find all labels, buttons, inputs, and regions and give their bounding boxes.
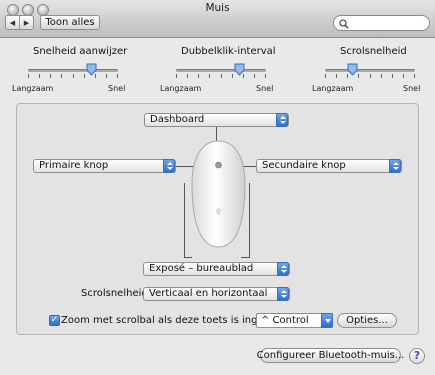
- bottom-left-connector-line: [184, 183, 185, 258]
- preferences-window: Muis ◀ ▶ Toon alles Snelheid aanwijzer L…: [0, 0, 435, 375]
- slider-tick: [380, 74, 382, 78]
- scroll-direction-label: Scrolsnelheid:: [81, 288, 152, 299]
- back-arrow-icon: ◀: [9, 18, 16, 27]
- slider-tick: [253, 74, 255, 78]
- slider-tick: [231, 74, 233, 78]
- bottom-button-popup[interactable]: Exposé – bureaublad: [143, 262, 290, 276]
- search-field[interactable]: [333, 15, 430, 31]
- help-button[interactable]: ?: [409, 348, 425, 364]
- slider-tick: [39, 74, 41, 78]
- forward-arrow-icon: ▶: [23, 18, 30, 27]
- slider-tick: [50, 74, 52, 78]
- top-button-popup[interactable]: Dashboard: [144, 113, 289, 127]
- double-click-track[interactable]: [176, 69, 266, 72]
- double-click-thumb[interactable]: [234, 63, 245, 76]
- slider-tick: [28, 74, 29, 78]
- scroll-speed-thumb[interactable]: [347, 63, 358, 76]
- scroll-direction-popup-value: Verticaal en horizontaal: [149, 288, 268, 299]
- pointer-speed-max-label: Snel: [108, 84, 126, 93]
- bottom-left-connector-foot: [184, 257, 192, 258]
- slider-tick: [117, 74, 118, 78]
- scroll-speed-max-label: Snel: [403, 84, 421, 93]
- slider-tick: [358, 74, 360, 78]
- scroll-speed-title: Scrolsnelheid: [340, 46, 407, 57]
- options-button[interactable]: Opties...: [337, 313, 397, 328]
- slider-tick: [61, 74, 63, 78]
- slider-tick: [414, 74, 415, 78]
- double-click-min-label: Langzaam: [160, 84, 202, 93]
- bottom-button-popup-value: Exposé – bureaublad: [149, 263, 254, 274]
- right-button-popup[interactable]: Secundaire knop: [256, 159, 402, 173]
- checkmark-icon: ✓: [50, 315, 59, 325]
- double-click-title: Dubbelklik-interval: [181, 46, 276, 57]
- zoom-checkbox[interactable]: ✓: [49, 315, 60, 326]
- back-forward-control: ◀ ▶: [5, 15, 34, 30]
- popup-arrows-icon: [276, 113, 288, 127]
- scroll-direction-popup[interactable]: Verticaal en horizontaal: [143, 287, 290, 301]
- title-bar: Muis ◀ ▶ Toon alles: [0, 0, 435, 38]
- pointer-speed-thumb[interactable]: [86, 63, 97, 76]
- slider-tick: [83, 74, 85, 78]
- popup-arrows-icon: [163, 159, 175, 173]
- popup-arrows-icon: [277, 262, 289, 276]
- zoom-modifier-value: ^ Control: [261, 315, 309, 326]
- scroll-speed-min-label: Langzaam: [312, 84, 354, 93]
- slider-tick: [402, 74, 404, 78]
- slider-tick: [220, 74, 222, 78]
- slider-tick: [391, 74, 393, 78]
- slider-tick: [369, 74, 371, 78]
- mighty-mouse-illustration: [191, 140, 246, 248]
- search-icon: [339, 19, 349, 29]
- scroll-speed-ticks: [325, 74, 415, 78]
- forward-button[interactable]: ▶: [19, 16, 33, 29]
- popup-arrows-icon: [389, 159, 401, 173]
- slider-tick: [187, 74, 189, 78]
- window-title: Muis: [205, 2, 230, 14]
- slider-tick: [105, 74, 107, 78]
- double-click-max-label: Snel: [256, 84, 274, 93]
- slider-tick: [72, 74, 74, 78]
- bottom-right-connector-line: [249, 183, 250, 258]
- right-button-popup-value: Secundaire knop: [262, 160, 346, 171]
- left-button-popup[interactable]: Primaire knop: [33, 159, 176, 173]
- slider-tick: [265, 74, 266, 78]
- scroll-speed-track[interactable]: [325, 69, 415, 72]
- slider-tick: [198, 74, 200, 78]
- pointer-speed-title: Snelheid aanwijzer: [33, 46, 128, 57]
- bottom-right-connector-foot: [241, 257, 250, 258]
- configure-bluetooth-mouse-button[interactable]: Configureer Bluetooth-muis...: [257, 348, 404, 363]
- show-all-button[interactable]: Toon alles: [40, 15, 100, 30]
- zoom-modifier-combo[interactable]: ^ Control: [256, 313, 333, 328]
- popup-arrows-icon: [277, 287, 289, 301]
- chevron-down-icon: [321, 313, 333, 328]
- slider-tick: [176, 74, 177, 78]
- slider-tick: [209, 74, 211, 78]
- top-button-popup-value: Dashboard: [150, 114, 205, 125]
- double-click-ticks: [176, 74, 266, 78]
- slider-tick: [336, 74, 338, 78]
- left-button-popup-value: Primaire knop: [39, 160, 109, 171]
- back-button[interactable]: ◀: [6, 16, 19, 29]
- pointer-speed-min-label: Langzaam: [12, 84, 54, 93]
- pointer-speed-ticks: [28, 74, 118, 78]
- pointer-speed-track[interactable]: [28, 69, 118, 72]
- slider-tick: [325, 74, 326, 78]
